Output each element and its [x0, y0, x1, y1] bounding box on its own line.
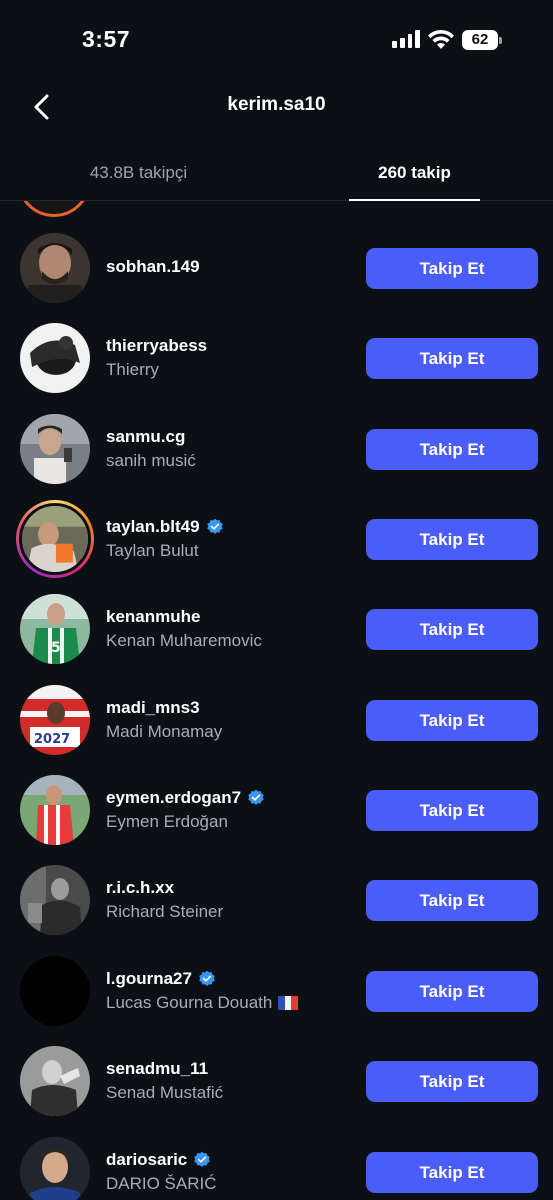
tab-bar: 43.8B takipçi 260 takip	[0, 148, 553, 201]
follow-button[interactable]: Takip Et	[366, 971, 538, 1012]
list-item[interactable]: r.i.c.h.xx Richard Steiner Takip Et	[0, 855, 553, 945]
battery-level: 62	[462, 30, 498, 50]
follow-button[interactable]: Takip Et	[366, 790, 538, 831]
status-time: 3:57	[82, 26, 131, 52]
status-bar: 3:57 62	[0, 0, 553, 80]
user-names: kenanmuhe Kenan Muharemovic	[106, 584, 356, 674]
signal-icon	[392, 30, 420, 48]
verified-badge-icon	[194, 1151, 211, 1167]
list-item[interactable]: l.gourna27 Lucas Gourna Douath Takip Et	[0, 946, 553, 1036]
list-item[interactable]: sobhan.149 Takip Et	[0, 223, 553, 313]
user-names: senadmu_11 Senad Mustafić	[106, 1036, 356, 1126]
following-list: sobhan.149 Takip Et thierryabess Thierry…	[0, 201, 553, 1200]
avatar[interactable]	[20, 865, 90, 935]
follow-button[interactable]: Takip Et	[366, 519, 538, 560]
user-names: dariosaric DARIO ŠARIĆ	[106, 1127, 356, 1200]
username[interactable]: eymen.erdogan7	[106, 788, 265, 808]
wifi-icon	[428, 29, 454, 49]
full-name: Taylan Bulut	[106, 541, 199, 560]
user-names: eymen.erdogan7 Eymen Erdoğan	[106, 765, 356, 855]
user-names: sobhan.149	[106, 223, 356, 313]
avatar[interactable]	[20, 233, 90, 303]
username[interactable]: dariosaric	[106, 1150, 211, 1170]
full-name: Kenan Muharemovic	[106, 631, 262, 650]
user-names: madi_mns3 Madi Monamay	[106, 675, 356, 765]
follow-button[interactable]: Takip Et	[366, 700, 538, 741]
username[interactable]: l.gourna27	[106, 969, 216, 989]
list-item[interactable]: taylan.blt49 Taylan Bulut Takip Et	[0, 494, 553, 584]
full-name: Richard Steiner	[106, 902, 224, 921]
avatar[interactable]	[20, 1046, 90, 1116]
follow-button[interactable]: Takip Et	[366, 1061, 538, 1102]
screen: 3:57 62 kerim.sa10 43.8B takipçi 260 tak…	[0, 0, 553, 1200]
avatar[interactable]	[20, 775, 90, 845]
follow-button[interactable]: Takip Et	[366, 880, 538, 921]
full-name: Senad Mustafić	[106, 1083, 224, 1102]
follow-button[interactable]: Takip Et	[366, 338, 538, 379]
follow-button[interactable]: Takip Et	[366, 1152, 538, 1193]
full-name: sanih musić	[106, 451, 196, 470]
battery-icon: 62	[462, 30, 502, 50]
username[interactable]: senadmu_11	[106, 1059, 208, 1079]
verified-badge-icon	[206, 518, 223, 534]
avatar[interactable]	[20, 1137, 90, 1200]
avatar[interactable]	[20, 323, 90, 393]
user-names: sanmu.cg sanih musić	[106, 404, 356, 494]
username[interactable]: r.i.c.h.xx	[106, 878, 174, 898]
avatar[interactable]	[17, 201, 91, 217]
full-name: Lucas Gourna Douath	[106, 993, 299, 1013]
follow-button[interactable]: Takip Et	[366, 248, 538, 289]
full-name: Madi Monamay	[106, 722, 223, 741]
username[interactable]: sanmu.cg	[106, 427, 185, 447]
follow-button[interactable]: Takip Et	[366, 429, 538, 470]
user-names: r.i.c.h.xx Richard Steiner	[106, 855, 356, 945]
verified-badge-icon	[248, 789, 264, 805]
list-item[interactable]: eymen.erdogan7 Eymen Erdoğan Takip Et	[0, 765, 553, 855]
username[interactable]: kenanmuhe	[106, 607, 200, 627]
verified-badge-icon	[199, 970, 215, 986]
avatar[interactable]	[16, 500, 94, 578]
username[interactable]: thierryabess	[106, 336, 207, 356]
svg-text:5: 5	[51, 640, 61, 656]
username[interactable]: sobhan.149	[106, 257, 200, 277]
svg-text:2027: 2027	[34, 732, 70, 747]
username[interactable]: madi_mns3	[106, 698, 200, 718]
avatar[interactable]: 5	[20, 594, 90, 664]
avatar[interactable]	[20, 414, 90, 484]
user-names: taylan.blt49 Taylan Bulut	[106, 494, 356, 584]
list-item[interactable]: sanmu.cg sanih musić Takip Et	[0, 404, 553, 494]
full-name: Thierry	[106, 360, 159, 379]
list-item[interactable]: 5 kenanmuhe Kenan Muharemovic Takip Et	[0, 584, 553, 674]
username[interactable]: taylan.blt49	[106, 517, 224, 537]
user-names: thierryabess Thierry	[106, 313, 356, 403]
full-name: Eymen Erdoğan	[106, 812, 228, 831]
list-item[interactable]: 2027 madi_mns3 Madi Monamay Takip Et	[0, 675, 553, 765]
avatar[interactable]	[20, 956, 90, 1026]
list-item[interactable]: dariosaric DARIO ŠARIĆ Takip Et	[0, 1127, 553, 1200]
story-ring	[16, 500, 94, 578]
follow-button[interactable]: Takip Et	[366, 609, 538, 650]
list-item[interactable]: senadmu_11 Senad Mustafić Takip Et	[0, 1036, 553, 1126]
page-title: kerim.sa10	[227, 94, 326, 115]
list-item[interactable]: thierryabess Thierry Takip Et	[0, 313, 553, 403]
tab-following[interactable]: 260 takip	[349, 148, 480, 201]
full-name: DARIO ŠARIĆ	[106, 1174, 217, 1193]
header: kerim.sa10	[0, 80, 553, 132]
french-flag-icon	[278, 996, 299, 1010]
avatar[interactable]: 2027	[20, 685, 90, 755]
tab-followers[interactable]: 43.8B takipçi	[56, 148, 221, 201]
user-names: l.gourna27 Lucas Gourna Douath	[106, 946, 356, 1036]
